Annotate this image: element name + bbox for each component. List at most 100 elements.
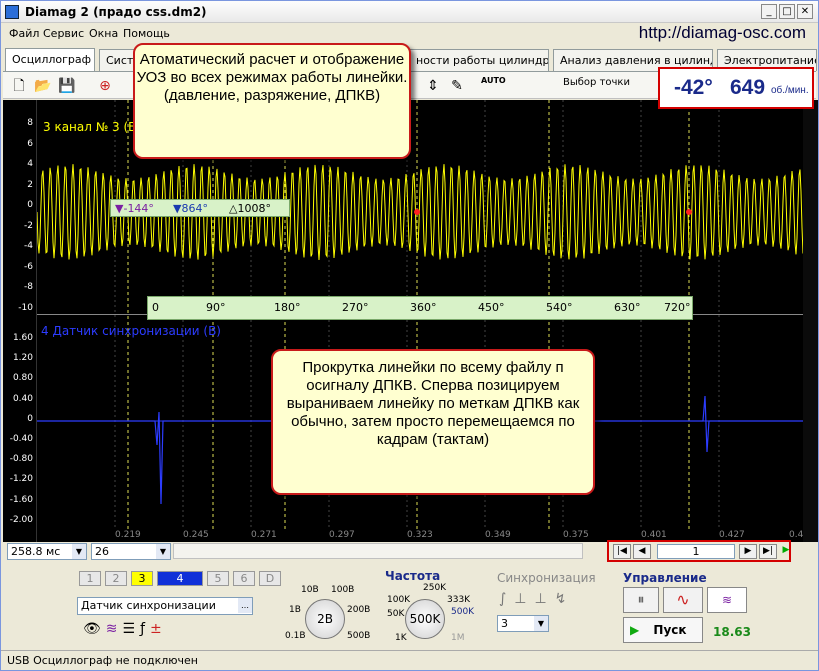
y-tick: 8: [27, 118, 33, 128]
sync-value: 3: [501, 617, 508, 630]
more-icon: …: [238, 598, 252, 613]
status-bar: USB Осциллограф не подключен: [1, 650, 818, 670]
uoz-callout: Атоматический расчет и отображение УОЗ в…: [133, 43, 411, 159]
lines-icon[interactable]: ☰: [123, 621, 141, 637]
y-tick: 1.20: [12, 353, 33, 364]
play-icon: ▶: [630, 623, 640, 637]
angle-marker-box[interactable]: ▼-144° ▼864° △1008°: [110, 199, 290, 217]
y-tick: -1.60: [9, 494, 33, 505]
x-tick: 0.427: [719, 530, 745, 540]
marker-point-1: [414, 209, 420, 215]
angle-tick: 360°: [410, 301, 437, 314]
measure-value: 18.63: [713, 625, 751, 639]
angle-tick: 90°: [206, 301, 226, 314]
tab-cylinder-balance[interactable]: ности работы цилиндров: [409, 49, 549, 71]
angle-tick: 450°: [478, 301, 505, 314]
invert-icon[interactable]: ±: [150, 621, 167, 637]
angle-tick: 630°: [614, 301, 641, 314]
usb-status: USB Осциллограф не подключен: [7, 654, 198, 667]
channel-button-3[interactable]: 3: [131, 571, 153, 586]
pause-button[interactable]: ⏸: [623, 587, 659, 613]
frequency-knob[interactable]: 500K: [405, 599, 445, 639]
channel-button-2[interactable]: 2: [105, 571, 127, 586]
close-button[interactable]: ✕: [797, 4, 813, 19]
volt-label: 500В: [347, 631, 371, 641]
angle-tick: 270°: [342, 301, 369, 314]
chevron-down-icon: ▼: [534, 616, 548, 631]
channel-button-4[interactable]: 4: [157, 571, 203, 586]
first-frame-button[interactable]: |◀: [613, 544, 631, 559]
volt-label: 100В: [331, 585, 355, 595]
control-title: Управление: [623, 571, 707, 585]
marker-c: △1008°: [229, 202, 271, 215]
volt-label: 200В: [347, 605, 371, 615]
channel-button-d[interactable]: D: [259, 571, 281, 586]
horizontal-scrollbar[interactable]: [173, 543, 583, 559]
menu-file[interactable]: Файл: [9, 27, 39, 40]
x-tick: 0.271: [251, 530, 277, 540]
sync-channel-select[interactable]: 3 ▼: [497, 615, 549, 632]
sync-mode-buttons[interactable]: ∫⊥⊥↯: [499, 591, 574, 607]
y-tick: 1.60: [12, 333, 33, 343]
sensor-select[interactable]: Датчик синхронизации …: [77, 597, 253, 615]
channel-select[interactable]: 26 ▼: [91, 543, 171, 560]
x-tick: 0.375: [563, 530, 589, 540]
frame-number-field[interactable]: 1: [657, 544, 735, 559]
last-frame-button[interactable]: ▶|: [759, 544, 777, 559]
menu-windows[interactable]: Окна: [89, 27, 118, 40]
scroll-arrows-icon[interactable]: ⇕: [423, 76, 443, 96]
eye-icon[interactable]: 👁: [83, 621, 106, 637]
angle-ruler[interactable]: 0 90° 180° 270° 360° 450° 540° 630° 720°: [147, 296, 693, 320]
frequency-title: Частота: [385, 569, 441, 583]
play-icon[interactable]: ▶: [777, 544, 795, 559]
volt-label: 0.1В: [285, 631, 306, 641]
sine-mode-button[interactable]: ∿: [663, 587, 703, 613]
channel4-label: 4 Датчик синхронизации (В): [41, 324, 221, 338]
function-icon[interactable]: ƒ: [140, 621, 150, 637]
maximize-button[interactable]: □: [779, 4, 795, 19]
multi-signal-button[interactable]: ≋: [707, 587, 747, 613]
auto-button[interactable]: AUTO: [481, 76, 506, 96]
volt-label: 1В: [289, 605, 301, 615]
menu-help[interactable]: Помощь: [123, 27, 170, 40]
scroll-callout: Прокрутка линейки по всему файлу п осигн…: [271, 349, 595, 495]
sensor-name: Датчик синхронизации: [81, 599, 216, 612]
minimize-button[interactable]: _: [761, 4, 777, 19]
new-icon[interactable]: 🗋: [9, 76, 29, 96]
timebase-value: 258.8 мс: [11, 545, 61, 558]
channel-button-5[interactable]: 5: [207, 571, 229, 586]
angle-rpm-display: -42° 649 об./мин.: [658, 67, 814, 109]
y-tick: -0.80: [9, 454, 33, 465]
timebase-select[interactable]: 258.8 мс ▼: [7, 543, 87, 560]
rpm-value: 649: [730, 76, 766, 99]
x-tick: 0.401: [641, 530, 667, 540]
menu-service[interactable]: Сервис: [43, 27, 84, 40]
channel-button-6[interactable]: 6: [233, 571, 255, 586]
tab-oscilloscope[interactable]: Осциллограф: [5, 48, 95, 71]
angle-tick: 720°: [664, 301, 691, 314]
y-tick: -8: [24, 282, 33, 292]
prev-frame-button[interactable]: ◀: [633, 544, 651, 559]
y-tick: 2: [27, 179, 33, 190]
freq-label: 50K: [387, 609, 405, 619]
freq-label: 500K: [451, 607, 475, 617]
marker-point-2: [686, 209, 692, 215]
next-frame-button[interactable]: ▶: [739, 544, 757, 559]
edit-icon[interactable]: ✎: [447, 76, 467, 96]
waveform-icon[interactable]: ≋: [106, 621, 123, 637]
channel-button-1[interactable]: 1: [79, 571, 101, 586]
window-title: Diamag 2 (прадо css.dm2): [25, 5, 207, 19]
x-tick: 0.323: [407, 530, 433, 540]
y-tick: 6: [27, 138, 33, 149]
x-tick: 0.297: [329, 530, 355, 540]
chevron-down-icon: ▼: [72, 544, 86, 559]
save-icon[interactable]: 💾: [57, 76, 77, 96]
voltage-knob[interactable]: 2В: [305, 599, 345, 639]
open-folder-icon[interactable]: 📂: [33, 76, 53, 96]
ignition-angle: -42°: [674, 76, 713, 99]
ruler-icon[interactable]: ⊕: [95, 76, 115, 96]
select-point-button[interactable]: Выбор точки: [563, 77, 630, 88]
y-tick: 0.80: [12, 373, 33, 384]
y-tick: 4: [27, 159, 33, 169]
start-button[interactable]: ▶ Пуск: [623, 617, 703, 643]
